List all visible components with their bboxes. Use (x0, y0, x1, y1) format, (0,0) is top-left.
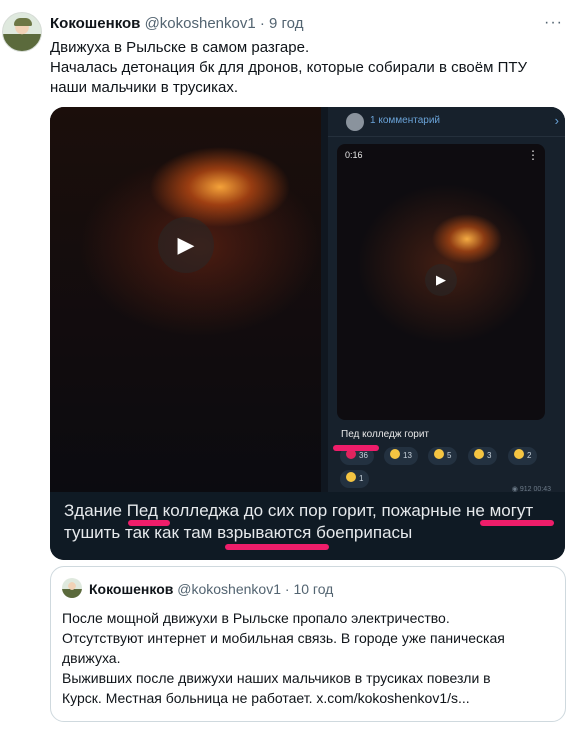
quoted-text-line: движуха. (62, 650, 121, 666)
kebab-menu-icon: ⋮ (527, 148, 539, 162)
quoted-tweet-header: Кокошенков @kokoshenkov1 · 10 год (89, 580, 333, 598)
comments-count: 1 комментарий (370, 115, 440, 126)
header-separator: · (259, 15, 265, 32)
highlight-underline (480, 520, 554, 526)
quoted-author-name: Кокошенков (89, 581, 174, 597)
author-avatar[interactable] (2, 12, 42, 52)
comments-header: 1 комментарий › (328, 107, 565, 137)
reaction-sad: 13 (384, 447, 418, 465)
quoted-author-avatar (62, 578, 82, 598)
tweet-media[interactable]: ▶ 1 комментарий › 0:16 ⋮ ▶ Пед колледж г… (50, 107, 565, 560)
tweet-text: Движуха в Рыльске в самом разгаре. Начал… (50, 38, 560, 98)
reaction-count: 3 (487, 451, 492, 460)
quoted-time: 10 год (293, 581, 334, 597)
reaction-count: 13 (403, 451, 412, 460)
video-frame-fire[interactable]: ▶ (50, 107, 321, 492)
reaction-count: 5 (447, 451, 452, 460)
subtitle-line: Здание Пед колледжа до сих пор горит, по… (64, 501, 534, 520)
reaction-count: 36 (359, 451, 368, 460)
thumbs-up-icon (346, 472, 356, 482)
highlight-underline (128, 520, 170, 526)
quoted-tweet[interactable]: Кокошенков @kokoshenkov1 · 10 год После … (50, 566, 566, 722)
quoted-text-line: После мощной движухи в Рыльске пропало э… (62, 610, 450, 626)
reaction-count: 2 (527, 451, 532, 460)
quoted-author-handle: @kokoshenkov1 (177, 581, 281, 597)
author-handle[interactable]: @kokoshenkov1 (145, 15, 256, 32)
tweet-text-line: Началась детонация бк для дронов, которы… (50, 59, 528, 76)
tweet-text-line: Движуха в Рыльске в самом разгаре. (50, 39, 310, 56)
play-icon[interactable]: ▶ (158, 217, 214, 273)
tweet-header: Кокошенков @kokoshenkov1 · 9 год (50, 14, 530, 34)
crying-face-icon (474, 449, 484, 459)
quoted-text-line: Выживших после движухи наших мальчиков в… (62, 670, 491, 686)
quoted-text-line: Отсутствуют интернет и мобильная связь. … (62, 630, 505, 646)
channel-avatar (346, 113, 364, 131)
thumbs-down-icon (434, 449, 444, 459)
clap-icon (514, 449, 524, 459)
quoted-tweet-text: После мощной движухи в Рыльске пропало э… (62, 608, 557, 708)
video-timecode: 0:16 (345, 150, 363, 160)
video-caption: Пед колледж горит (341, 429, 430, 440)
tweet: Кокошенков @kokoshenkov1 · 9 год ··· Дви… (0, 0, 575, 729)
reaction-thumbs-up: 1 (340, 470, 370, 488)
reaction-cry: 3 (468, 447, 498, 465)
author-name[interactable]: Кокошенков (50, 15, 140, 32)
quoted-separator: · (284, 581, 290, 597)
comments-screenshot: 1 комментарий › 0:16 ⋮ ▶ Пед колледж гор… (328, 107, 565, 493)
highlight-underline (225, 544, 329, 550)
sad-face-icon (390, 449, 400, 459)
reaction-clap: 2 (508, 447, 538, 465)
inner-video: 0:16 ⋮ ▶ (337, 144, 545, 420)
tweet-text-line: наши мальчики в трусиках. (50, 79, 239, 96)
reaction-thumbs-down: 5 (428, 447, 458, 465)
play-icon-small: ▶ (425, 264, 457, 296)
reaction-count: 1 (359, 474, 364, 483)
highlight-underline (333, 445, 379, 451)
chevron-right-icon: › (554, 113, 559, 128)
quoted-text-line: Курск. Местная больница не работает. x.c… (62, 690, 470, 706)
more-options-icon[interactable]: ··· (544, 14, 563, 32)
tweet-time[interactable]: 9 год (269, 15, 303, 32)
